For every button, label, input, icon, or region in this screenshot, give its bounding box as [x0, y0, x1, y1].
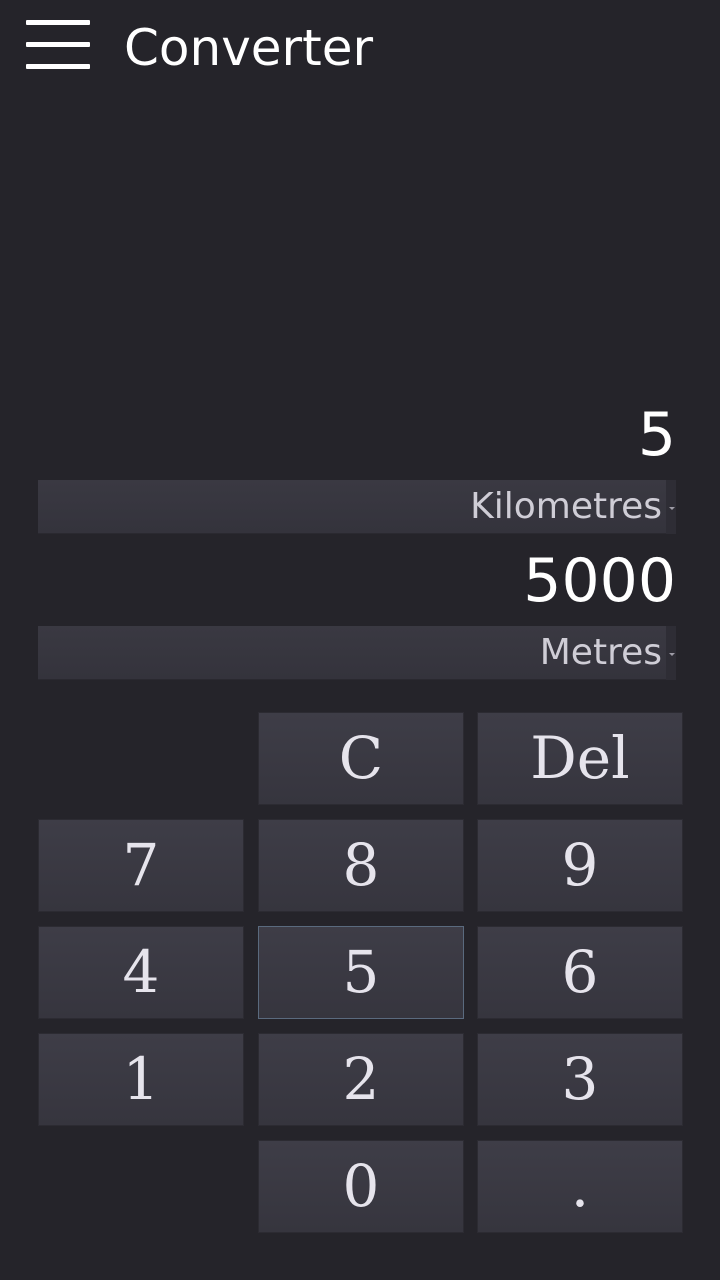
from-value-display: 5 — [637, 400, 676, 470]
from-unit-select[interactable]: Kilometres — [38, 480, 676, 534]
menu-line — [26, 42, 90, 47]
dropdown-caret-icon — [669, 653, 675, 656]
delete-button[interactable]: Del — [477, 712, 683, 805]
menu-line — [26, 64, 90, 69]
key-3-button[interactable]: 3 — [477, 1033, 683, 1126]
from-unit-label: Kilometres — [470, 486, 662, 527]
key-5-button[interactable]: 5 — [258, 926, 464, 1019]
dropdown-caret-icon — [669, 507, 675, 510]
key-4-button[interactable]: 4 — [38, 926, 244, 1019]
key-0-button[interactable]: 0 — [258, 1140, 464, 1233]
key-7-button[interactable]: 7 — [38, 819, 244, 912]
to-value-display: 5000 — [523, 546, 676, 616]
app-bar: Converter — [0, 0, 720, 100]
key-6-button[interactable]: 6 — [477, 926, 683, 1019]
hamburger-menu-icon[interactable] — [26, 20, 90, 72]
app-title: Converter — [124, 19, 374, 77]
key-9-button[interactable]: 9 — [477, 819, 683, 912]
key-1-button[interactable]: 1 — [38, 1033, 244, 1126]
key-2-button[interactable]: 2 — [258, 1033, 464, 1126]
to-unit-select[interactable]: Metres — [38, 626, 676, 680]
to-unit-label: Metres — [539, 632, 662, 673]
menu-line — [26, 20, 90, 25]
decimal-point-button[interactable]: . — [477, 1140, 683, 1233]
key-8-button[interactable]: 8 — [258, 819, 464, 912]
clear-button[interactable]: C — [258, 712, 464, 805]
